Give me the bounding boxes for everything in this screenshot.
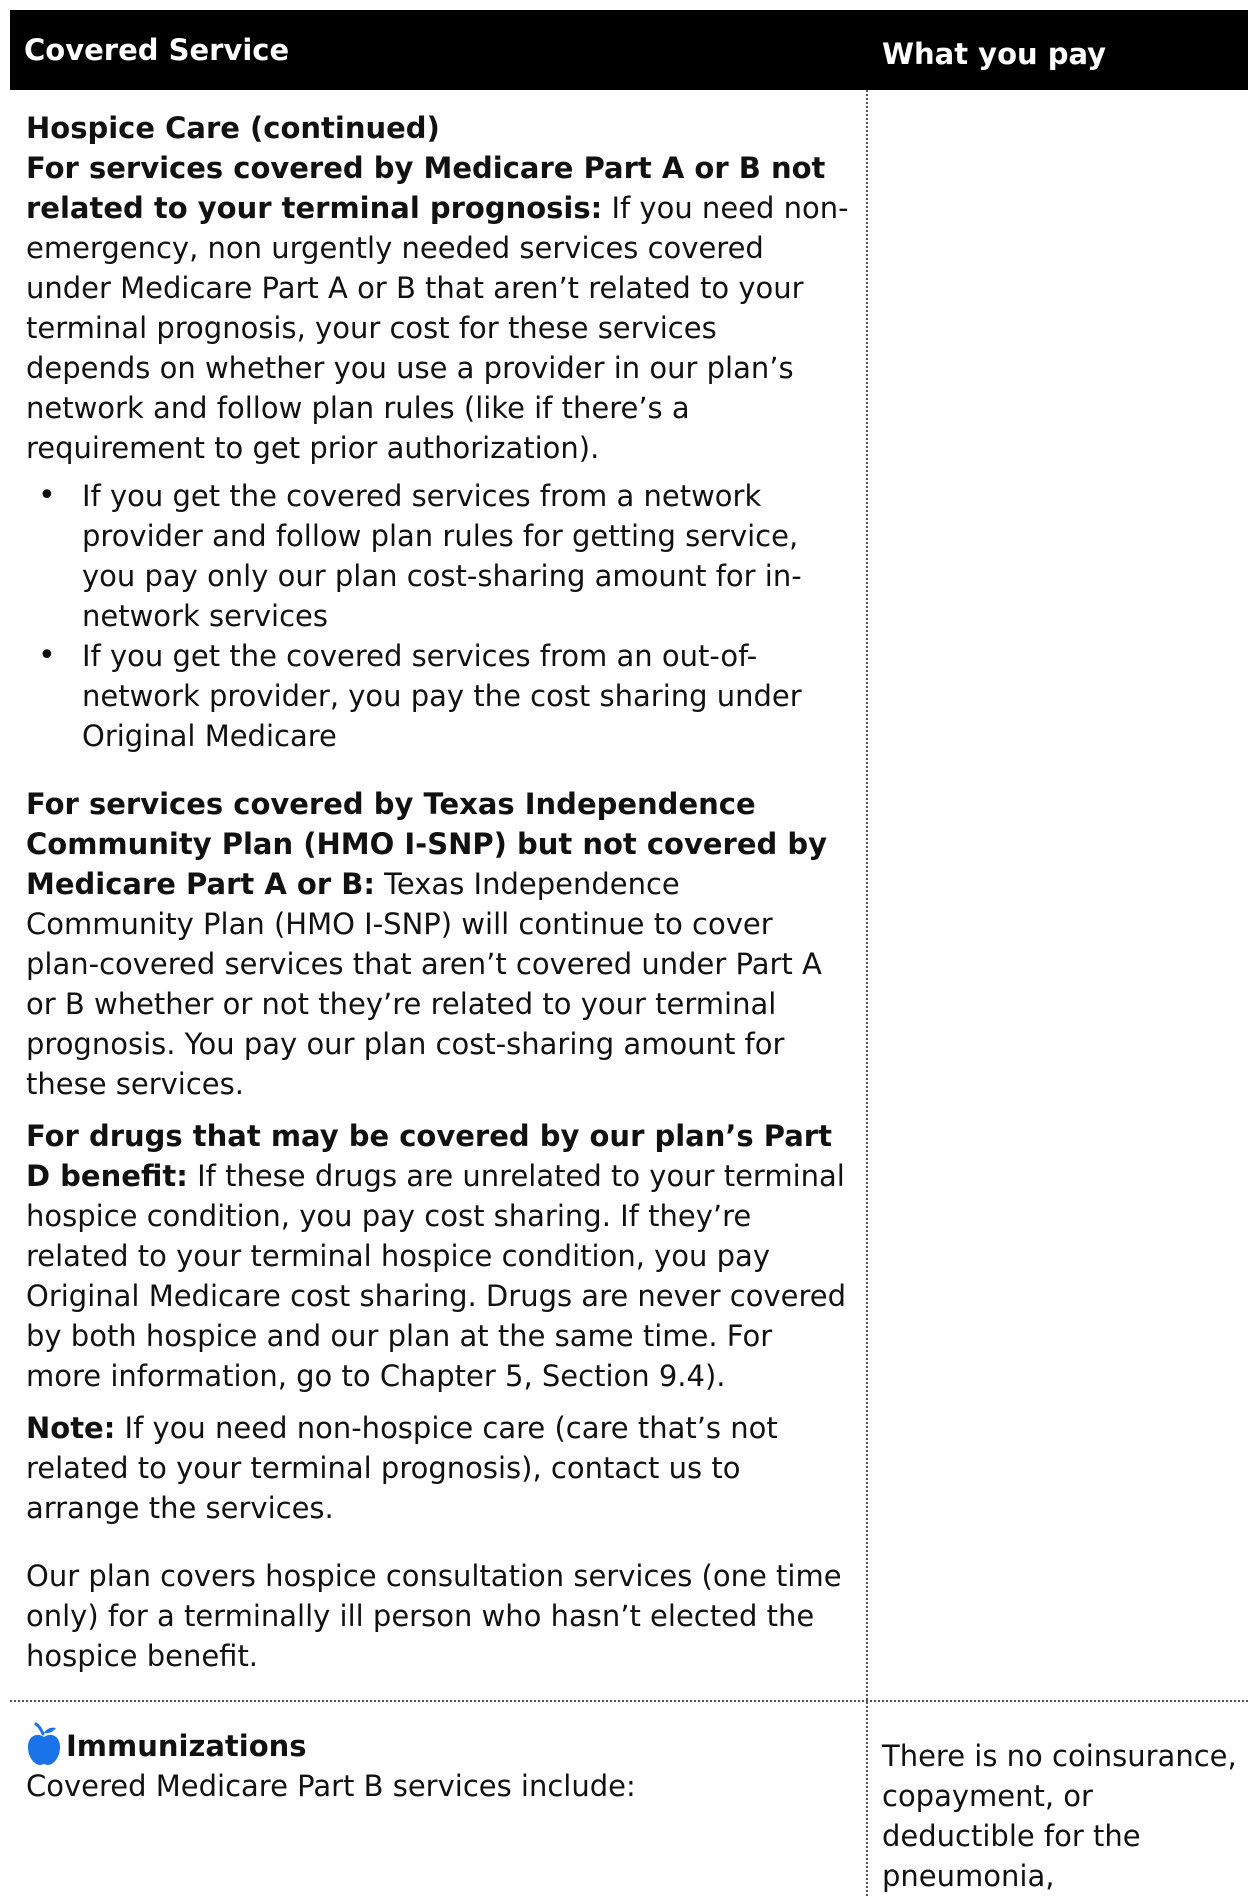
note-label: Note:	[26, 1411, 116, 1445]
immunizations-service-cell: Immunizations Covered Medicare Part B se…	[10, 1702, 868, 1896]
hospice-paragraph-part-ab: For services covered by Medicare Part A …	[26, 148, 850, 468]
immunizations-heading: Immunizations	[26, 1722, 850, 1766]
hospice-consultation: Our plan covers hospice consultation ser…	[26, 1559, 842, 1673]
table-row-immunizations: Immunizations Covered Medicare Part B se…	[10, 1700, 1248, 1896]
apple-icon	[28, 1722, 60, 1765]
list-item: If you get the covered services from a n…	[38, 476, 850, 636]
hospice-bullet-list: If you get the covered services from a n…	[26, 476, 850, 756]
note-text: If you need non-hospice care (care that’…	[26, 1411, 778, 1525]
header-covered-service: Covered Service	[24, 33, 290, 67]
hospice-service-cell: Hospice Care (continued) For services co…	[10, 90, 868, 1700]
hospice-pay-cell	[868, 90, 1248, 1700]
benefits-table: Covered Service What you pay Hospice Car…	[10, 10, 1248, 1896]
table-header: Covered Service What you pay	[10, 10, 1248, 90]
hospice-p3-text: If these drugs are unrelated to your ter…	[26, 1159, 847, 1393]
hospice-paragraph-part-d: For drugs that may be covered by our pla…	[26, 1116, 850, 1396]
immunizations-pay-cell: There is no coinsurance, copayment, or d…	[868, 1702, 1248, 1896]
hospice-p1-text: If you need non-emergency, non urgently …	[26, 191, 849, 465]
hospice-title: Hospice Care (continued)	[26, 111, 440, 145]
header-what-you-pay: What you pay	[882, 37, 1107, 71]
immunizations-subtitle: Covered Medicare Part B services include…	[26, 1769, 636, 1803]
table-row-hospice: Hospice Care (continued) For services co…	[10, 90, 1248, 1700]
hospice-p2-text: Texas Independence Community Plan (HMO I…	[26, 867, 822, 1101]
list-item: If you get the covered services from an …	[38, 636, 850, 756]
hospice-note: Note: If you need non-hospice care (care…	[26, 1408, 850, 1528]
immunizations-title: Immunizations	[66, 1729, 307, 1763]
hospice-paragraph-plan-covered: For services covered by Texas Independen…	[26, 784, 850, 1104]
immunizations-pay-text: There is no coinsurance, copayment, or d…	[882, 1739, 1237, 1893]
